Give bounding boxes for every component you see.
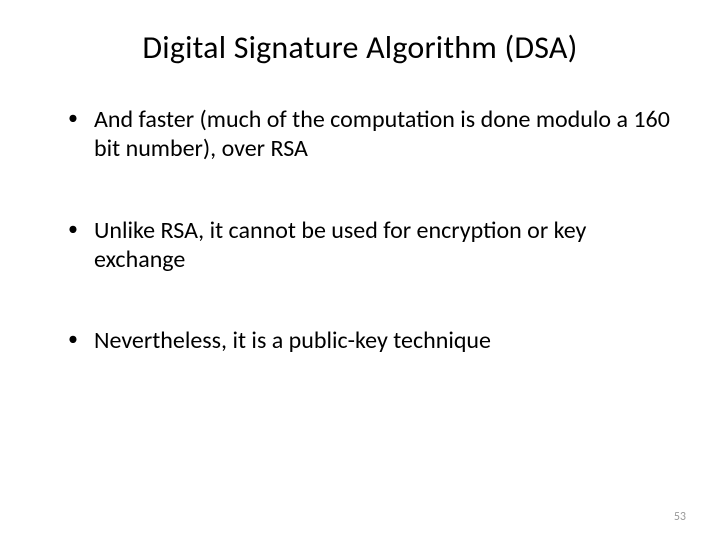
bullet-list: And faster (much of the computation is d… [50, 105, 670, 355]
slide-title: Digital Signature Algorithm (DSA) [50, 28, 670, 67]
page-number: 53 [674, 510, 686, 524]
slide: Digital Signature Algorithm (DSA) And fa… [0, 0, 720, 540]
bullet-item: Nevertheless, it is a public-key techniq… [68, 326, 670, 355]
bullet-item: And faster (much of the computation is d… [68, 105, 670, 164]
bullet-item: Unlike RSA, it cannot be used for encryp… [68, 216, 670, 275]
